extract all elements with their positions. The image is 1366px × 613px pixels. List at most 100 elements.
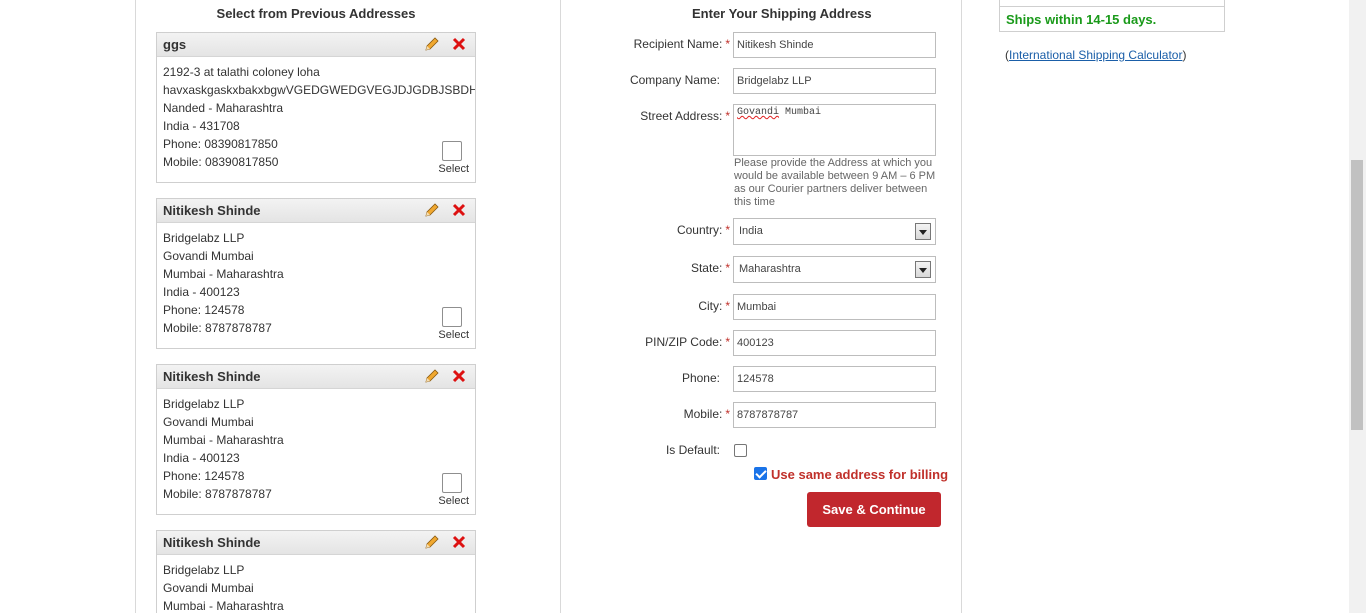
required-asterisk: *: [725, 407, 730, 421]
address-name: Nitikesh Shinde: [163, 535, 261, 550]
select-address-checkbox[interactable]: [442, 307, 462, 327]
address-line: Govandi Mumbai: [163, 415, 254, 429]
address-line: Mobile: 8787878787: [163, 487, 272, 501]
required-asterisk: *: [725, 261, 730, 275]
country-selected-value: India: [739, 225, 763, 237]
address-card-header: Nitikesh Shinde: [157, 365, 475, 389]
international-shipping-calculator-link[interactable]: International Shipping Calculator: [1009, 48, 1182, 62]
address-line: India - 400123: [163, 451, 240, 465]
delete-x-icon[interactable]: [452, 369, 466, 383]
required-asterisk: *: [725, 37, 730, 51]
select-label: Select: [438, 495, 469, 507]
edit-pencil-icon[interactable]: [424, 368, 440, 384]
address-card-body: Bridgelabz LLP Govandi Mumbai Mumbai - M…: [157, 223, 475, 345]
company-name-input[interactable]: Bridgelabz LLP: [733, 68, 936, 94]
chevron-down-icon: [915, 223, 931, 240]
street-label-text: Street Address:: [640, 109, 723, 123]
save-continue-button[interactable]: Save & Continue: [807, 492, 941, 527]
address-card-body: 2192-3 at talathi coloney loha havxaskga…: [157, 57, 475, 179]
state-label-text: State:: [690, 261, 723, 275]
address-card-header: Nitikesh Shinde: [157, 199, 475, 223]
previous-addresses-title: Select from Previous Addresses: [216, 6, 416, 21]
delete-x-icon[interactable]: [452, 203, 466, 217]
address-line: Govandi Mumbai: [163, 581, 254, 595]
address-line: Bridgelabz LLP: [163, 563, 245, 577]
address-card-header: ggs: [157, 33, 475, 57]
scrollbar-thumb[interactable]: [1351, 160, 1363, 430]
select-label: Select: [438, 163, 469, 175]
select-address-checkbox[interactable]: [442, 473, 462, 493]
required-asterisk: *: [725, 109, 730, 123]
edit-pencil-icon[interactable]: [424, 534, 440, 550]
address-line: Phone: 124578: [163, 303, 245, 317]
chevron-down-icon: [915, 261, 931, 278]
recipient-name-label: Recipient Name: *: [634, 37, 730, 51]
same-billing-checkbox[interactable]: [754, 467, 767, 480]
state-selected-value: Maharashtra: [739, 263, 801, 275]
shipping-calculator: (International Shipping Calculator): [1005, 48, 1186, 62]
city-label-text: City:: [698, 299, 723, 313]
address-line: Bridgelabz LLP: [163, 231, 245, 245]
street-address-textarea[interactable]: Govandi Mumbai: [733, 104, 936, 156]
is-default-label: Is Default:: [665, 443, 720, 457]
address-line: India - 400123: [163, 285, 240, 299]
address-name: Nitikesh Shinde: [163, 203, 261, 218]
select-label: Select: [438, 329, 469, 341]
mobile-label: Mobile: *: [684, 407, 730, 421]
country-label-text: Country:: [676, 223, 723, 237]
middle-column-border-right: [961, 0, 962, 613]
address-line: Phone: 124578: [163, 469, 245, 483]
address-line: Mumbai - Maharashtra: [163, 267, 284, 281]
is-default-checkbox[interactable]: [734, 444, 747, 457]
address-line: Mumbai - Maharashtra: [163, 599, 284, 613]
delete-x-icon[interactable]: [452, 535, 466, 549]
city-input[interactable]: Mumbai: [733, 294, 936, 320]
required-asterisk: *: [725, 335, 730, 349]
country-label: Country: *: [677, 223, 730, 237]
address-card-header: Nitikesh Shinde: [157, 531, 475, 555]
shipping-time-box: Ships within 14-15 days.: [999, 0, 1225, 32]
address-card: Nitikesh Shinde Bridgelabz LLP Govandi M…: [156, 530, 476, 613]
pin-code-label: PIN/ZIP Code: *: [645, 335, 730, 349]
edit-pencil-icon[interactable]: [424, 202, 440, 218]
recipient-name-input[interactable]: Nitikesh Shinde: [733, 32, 936, 58]
country-select[interactable]: India: [733, 218, 936, 245]
address-card: ggs 2192-3 at talathi coloney loha havxa…: [156, 32, 476, 183]
mobile-label-text: Mobile:: [683, 407, 723, 421]
address-line: Nanded - Maharashtra: [163, 101, 284, 115]
address-line: Mumbai - Maharashtra: [163, 433, 284, 447]
address-line: India - 431708: [163, 119, 240, 133]
street-spellcheck-word: Govandi: [737, 107, 780, 118]
edit-pencil-icon[interactable]: [424, 36, 440, 52]
delete-x-icon[interactable]: [452, 37, 466, 51]
company-name-label: Company Name:: [629, 73, 720, 87]
pin-label-text: PIN/ZIP Code:: [645, 335, 723, 349]
street-address-hint: Please provide the Address at which you …: [734, 157, 936, 208]
state-select[interactable]: Maharashtra: [733, 256, 936, 283]
address-line: Mobile: 08390817850: [163, 155, 279, 169]
city-label: City: *: [698, 299, 730, 313]
select-address-checkbox[interactable]: [442, 141, 462, 161]
shipping-box-divider: [1000, 6, 1224, 7]
previous-addresses-panel: Select from Previous Addresses ggs 2192-…: [136, 0, 560, 613]
address-name: ggs: [163, 37, 187, 52]
address-line: Mobile: 8787878787: [163, 321, 272, 335]
address-line: 2192-3 at talathi coloney loha: [163, 65, 320, 79]
phone-input[interactable]: 124578: [733, 366, 936, 392]
same-billing-label[interactable]: Use same address for billing: [771, 467, 948, 482]
address-card-body: Bridgelabz LLP Govandi Mumbai Mumbai - M…: [157, 389, 475, 511]
page-scrollbar[interactable]: [1349, 0, 1366, 613]
paren-close: ): [1182, 48, 1187, 62]
address-card: Nitikesh Shinde Bridgelabz LLP Govandi M…: [156, 198, 476, 349]
address-card: Nitikesh Shinde Bridgelabz LLP Govandi M…: [156, 364, 476, 515]
mobile-input[interactable]: 8787878787: [733, 402, 936, 428]
shipping-time-text: Ships within 14-15 days.: [1006, 12, 1157, 27]
shipping-form-title: Enter Your Shipping Address: [692, 6, 872, 21]
street-address-label: Street Address: *: [640, 109, 730, 123]
pin-code-input[interactable]: 400123: [733, 330, 936, 356]
address-line: Phone: 08390817850: [163, 137, 278, 151]
address-name: Nitikesh Shinde: [163, 369, 261, 384]
phone-label: Phone:: [681, 371, 720, 385]
state-label: State: *: [691, 261, 730, 275]
required-asterisk: *: [725, 223, 730, 237]
